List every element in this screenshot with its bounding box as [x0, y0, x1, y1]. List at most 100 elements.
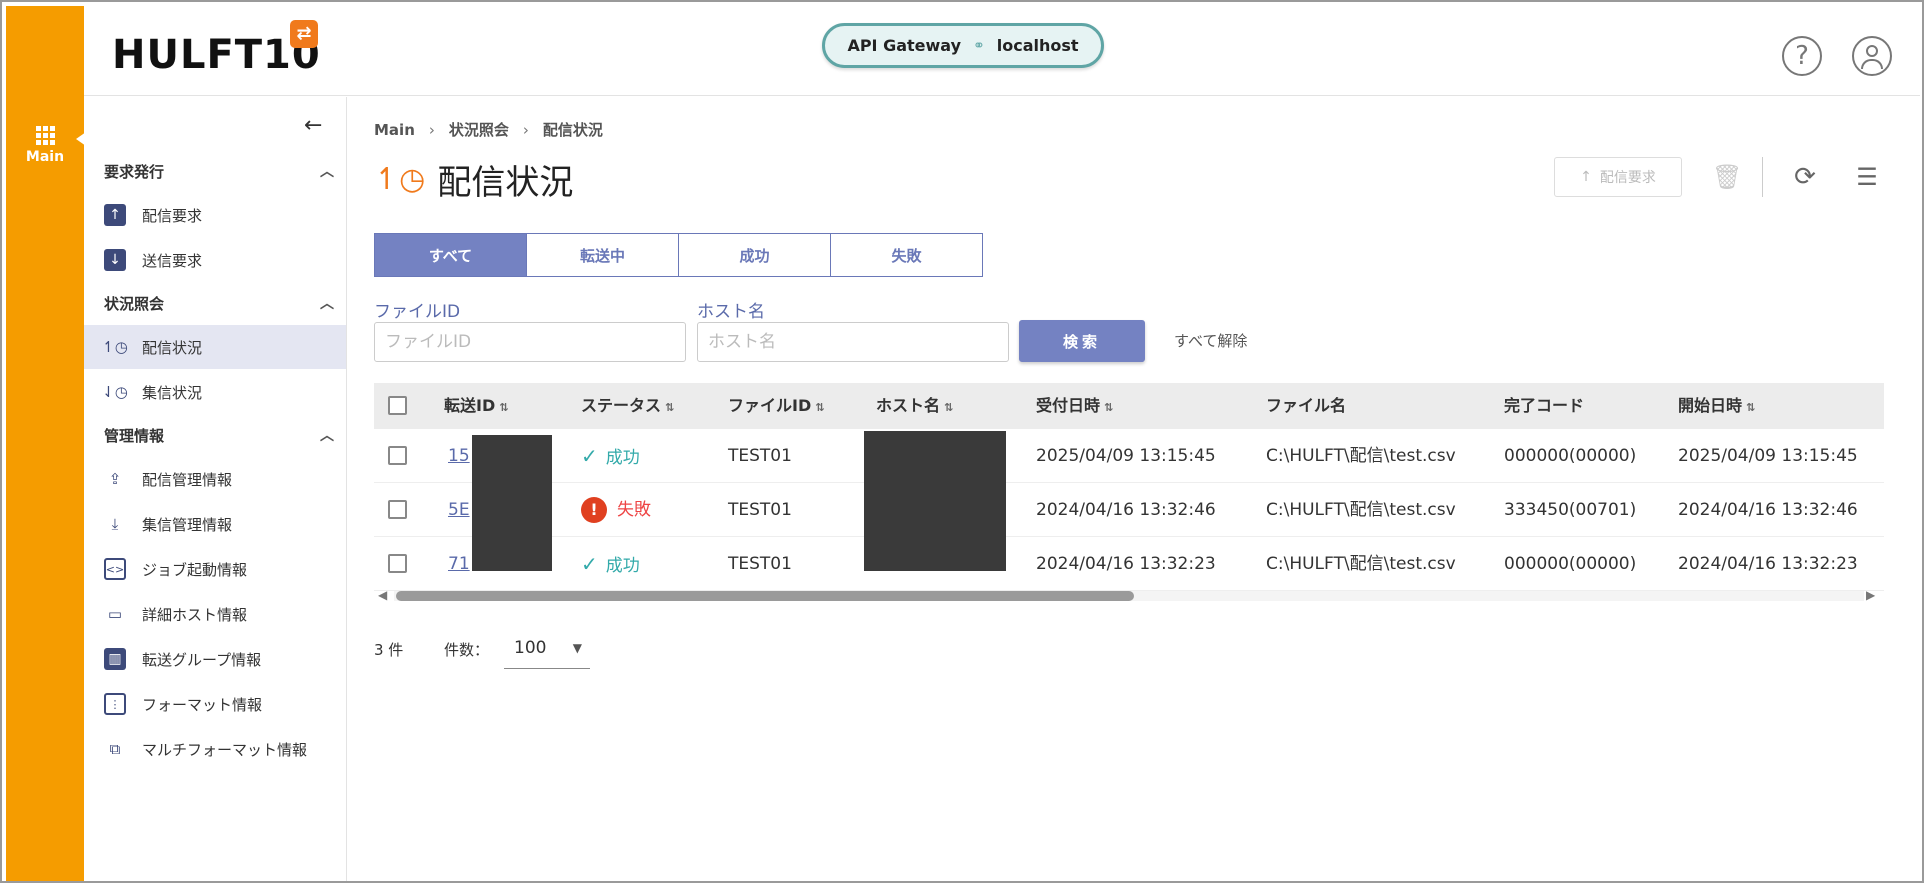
file-name-cell: C:\HULFT\配信\test.csv [1266, 500, 1456, 520]
column-started-at[interactable]: 開始日時 ⇅ [1678, 383, 1755, 429]
breadcrumb-separator-icon: › [428, 121, 435, 139]
received-at-cell: 2024/04/16 13:32:23 [1036, 554, 1216, 574]
horizontal-scrollbar[interactable]: ◀ ▶ [374, 585, 1884, 603]
download-tray-icon: ⤓ [111, 515, 119, 533]
group-icon: ▥ [104, 648, 126, 670]
breadcrumb-status[interactable]: 状況照会 [449, 121, 509, 139]
transfer-id-link[interactable]: 15 [448, 429, 470, 483]
send-request-button[interactable]: ↑ 配信要求 [1554, 157, 1682, 197]
download-arrow-icon: ↓ [104, 249, 126, 271]
sidebar-item-label: フォーマット情報 [142, 695, 263, 714]
transfer-table: 転送ID ⇅ ステータス ⇅ ファイルID ⇅ ホスト名 ⇅ 受付日時 ⇅ ファイル名 完… [374, 383, 1884, 607]
row-checkbox[interactable] [388, 446, 407, 465]
breadcrumb-separator-icon: › [522, 121, 529, 139]
sidebar-item-host-detail[interactable]: ▭ 詳細ホスト情報 [84, 592, 346, 636]
select-all-checkbox[interactable] [388, 396, 407, 415]
status-tabs: すべて 転送中 成功 失敗 [374, 233, 983, 277]
sidebar-item-transmit-request[interactable]: ↓ 送信要求 [84, 238, 346, 282]
scroll-left-icon[interactable]: ◀ [378, 588, 387, 602]
row-checkbox[interactable] [388, 554, 407, 573]
column-file-id[interactable]: ファイルID ⇅ [728, 383, 824, 429]
sidebar-item-label: 詳細ホスト情報 [142, 605, 248, 624]
tab-all[interactable]: すべて [374, 233, 527, 277]
sidebar-item-label: 配信要求 [142, 206, 203, 225]
send-history-icon: ↿◷ [374, 162, 426, 197]
tab-failure[interactable]: 失敗 [830, 233, 983, 277]
row-checkbox[interactable] [388, 500, 407, 519]
sidebar-section-label: 管理情報 [104, 427, 165, 445]
sidebar-section-status[interactable]: 状況照会 ︿ [104, 293, 334, 314]
breadcrumb: Main › 状況照会 › 配信状況 [374, 119, 603, 140]
column-received-at[interactable]: 受付日時 ⇅ [1036, 383, 1113, 429]
file-id-cell: TEST01 [728, 554, 792, 574]
sidebar-item-label: 集信管理情報 [142, 515, 233, 534]
page-size-value: 100 [514, 638, 547, 658]
breadcrumb-current: 配信状況 [542, 121, 603, 139]
user-account-icon[interactable] [1852, 36, 1892, 76]
file-id-input[interactable] [374, 322, 686, 362]
grid-icon [35, 126, 55, 145]
column-host-name[interactable]: ホスト名 ⇅ [876, 383, 953, 429]
app-rail: Main [6, 6, 86, 881]
sidebar-item-job-launch[interactable]: <> ジョブ起動情報 [84, 547, 346, 591]
code-icon: <> [104, 558, 126, 580]
column-completion-code: 完了コード [1504, 396, 1585, 415]
sort-icon: ⇅ [499, 401, 509, 414]
sidebar-item-label: 送信要求 [142, 251, 203, 270]
started-at-cell: 2024/04/16 13:32:46 [1678, 500, 1858, 520]
sidebar-item-send-request[interactable]: ↑ 配信要求 [84, 193, 346, 237]
scroll-right-icon[interactable]: ▶ [1866, 588, 1875, 602]
sidebar-item-send-management[interactable]: ⇪ 配信管理情報 [84, 457, 346, 501]
collapse-sidebar-icon[interactable]: ← [304, 113, 322, 138]
trash-icon[interactable]: 🗑 [1712, 157, 1742, 197]
column-status[interactable]: ステータス ⇅ [581, 383, 674, 429]
sidebar-item-label: 集信状況 [142, 383, 203, 402]
scrollbar-thumb[interactable] [396, 591, 1134, 601]
breadcrumb-main[interactable]: Main [374, 121, 415, 139]
help-icon[interactable]: ? [1782, 36, 1822, 76]
sidebar-item-multi-format[interactable]: ⧉ マルチフォーマット情報 [84, 727, 346, 771]
sidebar-item-transfer-group[interactable]: ▥ 転送グループ情報 [84, 637, 346, 681]
app-window: Main HULFT10 ⇄ API Gateway ⚭ localhost ?… [0, 0, 1924, 883]
sidebar-item-receive-status[interactable]: ⇃◷ 集信状況 [84, 370, 346, 414]
sidebar-section-request[interactable]: 要求発行 ︿ [104, 161, 334, 182]
tab-transferring[interactable]: 転送中 [526, 233, 679, 277]
sidebar-item-send-status[interactable]: ↿◷ 配信状況 [84, 325, 346, 369]
transfer-id-link[interactable]: 5E [448, 483, 470, 537]
host-name-input[interactable] [697, 322, 1009, 362]
dropdown-caret-icon: ▼ [572, 641, 582, 655]
pager: 3 件 件数： 100 ▼ [374, 638, 590, 669]
tab-success[interactable]: 成功 [678, 233, 831, 277]
receive-history-icon: ⇃◷ [102, 383, 128, 401]
app-header: HULFT10 ⇄ API Gateway ⚭ localhost ? [84, 4, 1920, 96]
redacted-host-block [864, 431, 1006, 571]
sidebar-section-management[interactable]: 管理情報 ︿ [104, 425, 334, 446]
sidebar-item-format[interactable]: ⋮ フォーマット情報 [84, 682, 346, 726]
chevron-up-icon: ︿ [320, 296, 334, 312]
completion-code-cell: 333450(00701) [1504, 500, 1637, 520]
page-size-label: 件数： [444, 641, 490, 659]
multi-format-icon: ⧉ [109, 740, 121, 758]
search-button[interactable]: 検索 [1019, 320, 1145, 362]
status-cell: ✓ 成功 [581, 444, 640, 468]
rail-main-button[interactable]: Main [6, 116, 84, 165]
sidebar-section-label: 要求発行 [104, 163, 165, 181]
started-at-cell: 2025/04/09 13:15:45 [1678, 446, 1858, 466]
chevron-up-icon: ︿ [320, 428, 334, 444]
chevron-up-icon: ︿ [320, 164, 334, 180]
tune-icon[interactable]: ☰ [1852, 157, 1882, 197]
clear-all-button[interactable]: すべて解除 [1174, 330, 1247, 351]
completion-code-cell: 000000(00000) [1504, 446, 1637, 466]
sidebar-item-label: 配信状況 [142, 338, 203, 357]
column-transfer-id[interactable]: 転送ID ⇅ [444, 383, 508, 429]
refresh-icon[interactable]: ⟳ [1790, 157, 1820, 197]
sidebar-item-label: ジョブ起動情報 [142, 560, 248, 579]
sidebar-item-receive-management[interactable]: ⤓ 集信管理情報 [84, 502, 346, 546]
host-name-label: ホスト名 [697, 302, 765, 322]
api-gateway-pill[interactable]: API Gateway ⚭ localhost [822, 23, 1104, 68]
table-row: 15 ✓ 成功 TEST01 2025/04/09 13:15:45 C:\HUL… [374, 429, 1884, 483]
transfer-id-link[interactable]: 71 [448, 537, 470, 591]
format-icon: ⋮ [104, 693, 126, 715]
page-size-select[interactable]: 100 ▼ [504, 633, 590, 669]
sidebar-item-label: 転送グループ情報 [142, 650, 262, 669]
